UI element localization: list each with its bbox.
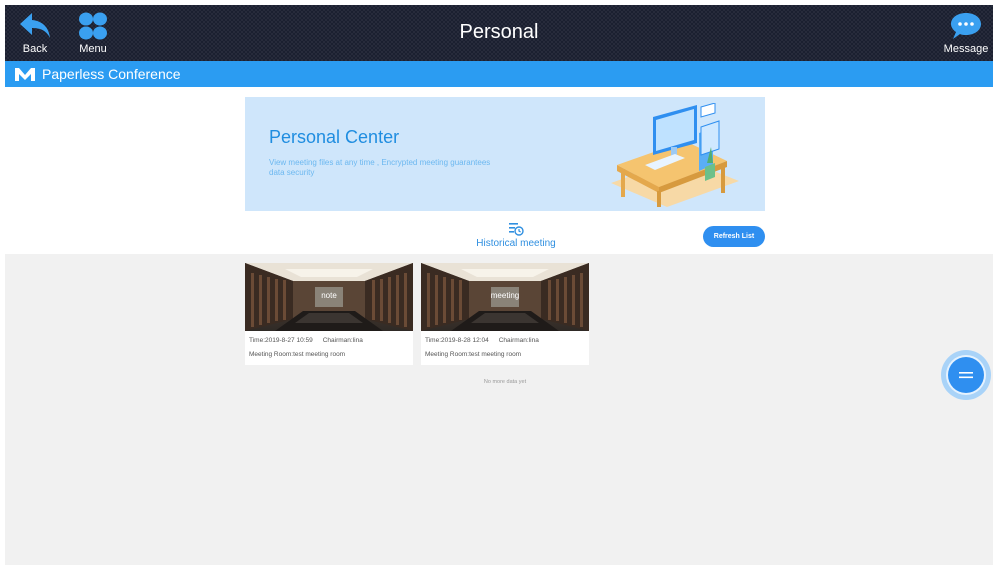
message-button[interactable]: Message: [939, 9, 993, 59]
meeting-room: Meeting Room:test meeting room: [425, 351, 522, 358]
menu-label: Menu: [79, 43, 107, 55]
floating-menu-button-core: [948, 357, 984, 393]
banner-title: Personal Center: [269, 127, 400, 147]
back-label: Back: [22, 43, 48, 55]
meeting-time: Time:2019-8-28 12:04: [425, 337, 489, 344]
top-bar: Back Menu Personal Message: [5, 5, 993, 61]
message-bubble-icon: [951, 13, 981, 39]
desk-illustration-icon: [611, 103, 739, 207]
meeting-room-image: note: [245, 263, 413, 331]
meeting-meta: Time:2019-8-28 12:04 Chairman:lina: [425, 337, 539, 344]
meeting-meta: Time:2019-8-27 10:59 Chairman:lina: [249, 337, 363, 344]
meeting-card[interactable]: meeting Time:2019-8-28 12:04 Chairman:lin…: [421, 263, 589, 365]
meeting-name: note: [321, 291, 337, 300]
brand-name: Paperless Conference: [42, 66, 181, 82]
personal-center-header: Personal Center View meeting files at an…: [5, 87, 993, 254]
meeting-name: meeting: [490, 291, 520, 300]
tab-historical-meeting-label: Historical meeting: [476, 238, 556, 249]
refresh-list-button[interactable]: Refresh List: [703, 226, 765, 247]
history-list-icon: [509, 223, 524, 236]
message-label: Message: [943, 43, 989, 55]
app-window: Back Menu Personal Message Paperless Con…: [5, 5, 993, 565]
list-end-message: No more data yet: [483, 379, 527, 385]
meeting-room-image: meeting: [421, 263, 589, 331]
meeting-room: Meeting Room:test meeting room: [249, 351, 346, 358]
banner-description: View meeting files at any time , Encrypt…: [269, 158, 491, 177]
meeting-chairman: Chairman:lina: [498, 337, 539, 344]
brand-bar: Paperless Conference: [5, 61, 993, 87]
meeting-time: Time:2019-8-27 10:59: [249, 337, 313, 344]
meeting-card[interactable]: note Time:2019-8-27 10:59 Chairman:lina M…: [245, 263, 413, 365]
hamburger-icon: [959, 372, 973, 379]
brand-logo-icon: [15, 68, 35, 81]
page-title: Personal: [459, 21, 539, 43]
floating-menu-button[interactable]: [941, 350, 991, 400]
tab-historical-meeting[interactable]: Historical meeting: [456, 222, 576, 249]
personal-center-banner: Personal Center View meeting files at an…: [245, 97, 765, 211]
meeting-chairman: Chairman:lina: [322, 337, 363, 344]
